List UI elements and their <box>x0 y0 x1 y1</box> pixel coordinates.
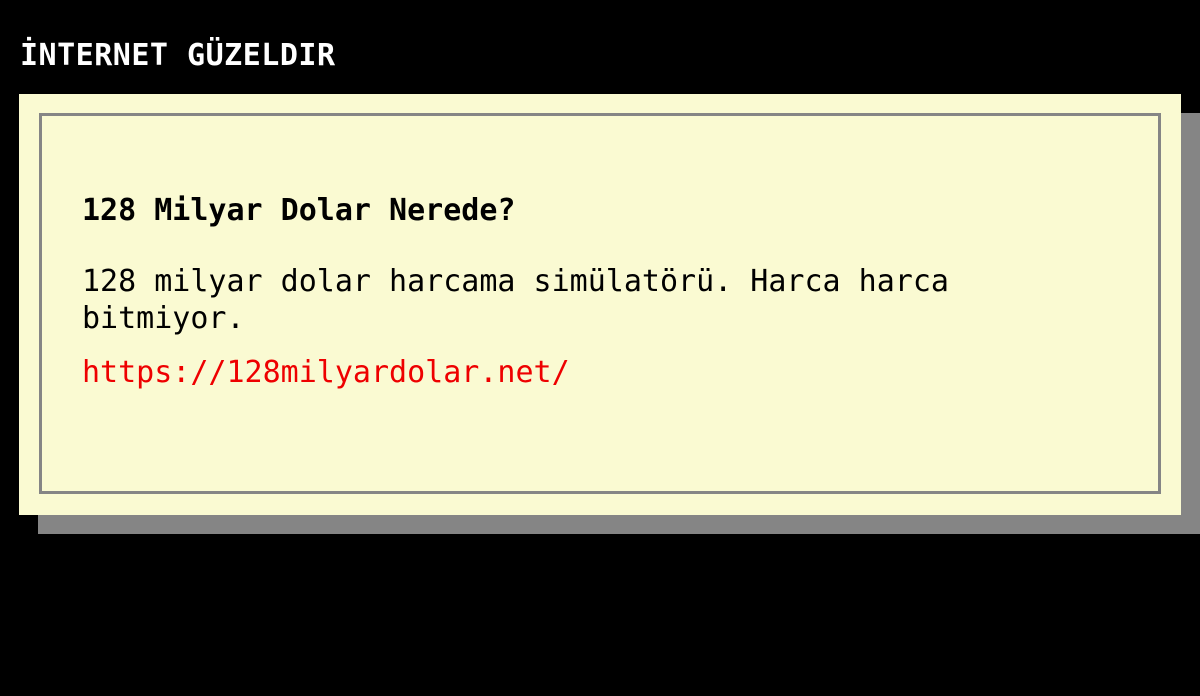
card-description: 128 milyar dolar harcama simülatörü. Har… <box>82 264 949 336</box>
link-card: 128 Milyar Dolar Nerede? 128 milyar dola… <box>19 94 1181 515</box>
card-content: 128 Milyar Dolar Nerede? 128 milyar dola… <box>82 191 1082 393</box>
card-headline: 128 Milyar Dolar Nerede? <box>82 193 516 228</box>
site-title: İNTERNET GÜZELDIR <box>20 38 336 73</box>
card-inner-border: 128 Milyar Dolar Nerede? 128 milyar dola… <box>39 113 1161 494</box>
card-link[interactable]: https://128milyardolar.net/ <box>82 353 1082 393</box>
